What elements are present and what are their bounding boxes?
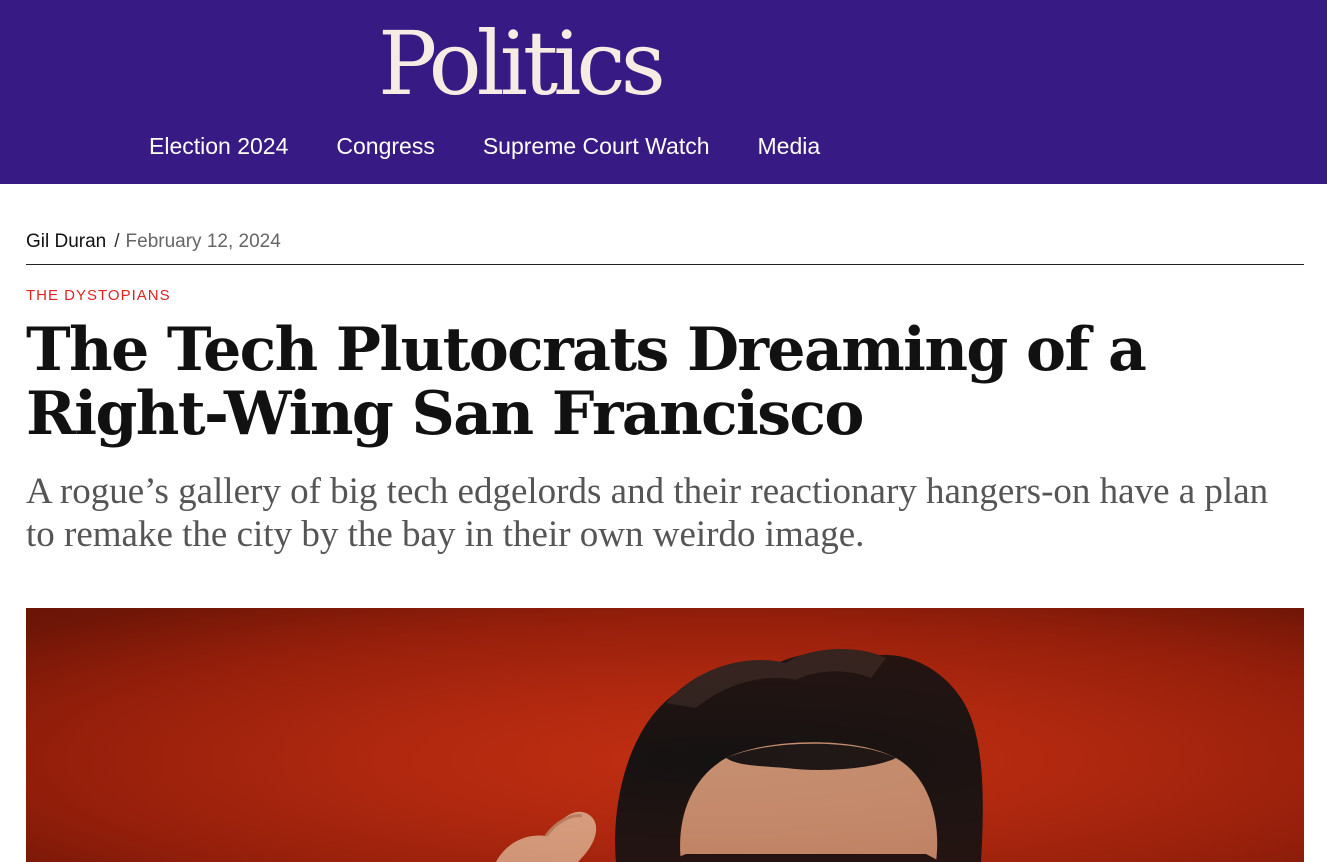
- author-link[interactable]: Gil Duran: [26, 231, 106, 252]
- hero-image: [26, 608, 1304, 862]
- site-header: Politics Election 2024 Congress Supreme …: [0, 0, 1327, 184]
- article-headline: The Tech Plutocrats Dreaming of a Right-…: [26, 315, 1147, 449]
- nav-item-election-2024[interactable]: Election 2024: [149, 128, 288, 164]
- byline-separator: /: [114, 231, 120, 252]
- hero-portrait-illustration: [26, 608, 1304, 862]
- publish-date: February 12, 2024: [125, 231, 281, 252]
- nav-item-congress[interactable]: Congress: [336, 128, 434, 164]
- byline-divider: [26, 264, 1304, 265]
- article-dek: A rogue’s gallery of big tech edgelords …: [26, 471, 1269, 555]
- section-logo[interactable]: Politics: [378, 14, 666, 114]
- section-nav: Election 2024 Congress Supreme Court Wat…: [149, 128, 868, 164]
- byline: Gil Duran / February 12, 2024: [26, 228, 281, 256]
- nav-item-supreme-court-watch[interactable]: Supreme Court Watch: [483, 128, 710, 164]
- nav-item-media[interactable]: Media: [758, 128, 821, 164]
- series-kicker[interactable]: THE DYSTOPIANS: [26, 286, 171, 306]
